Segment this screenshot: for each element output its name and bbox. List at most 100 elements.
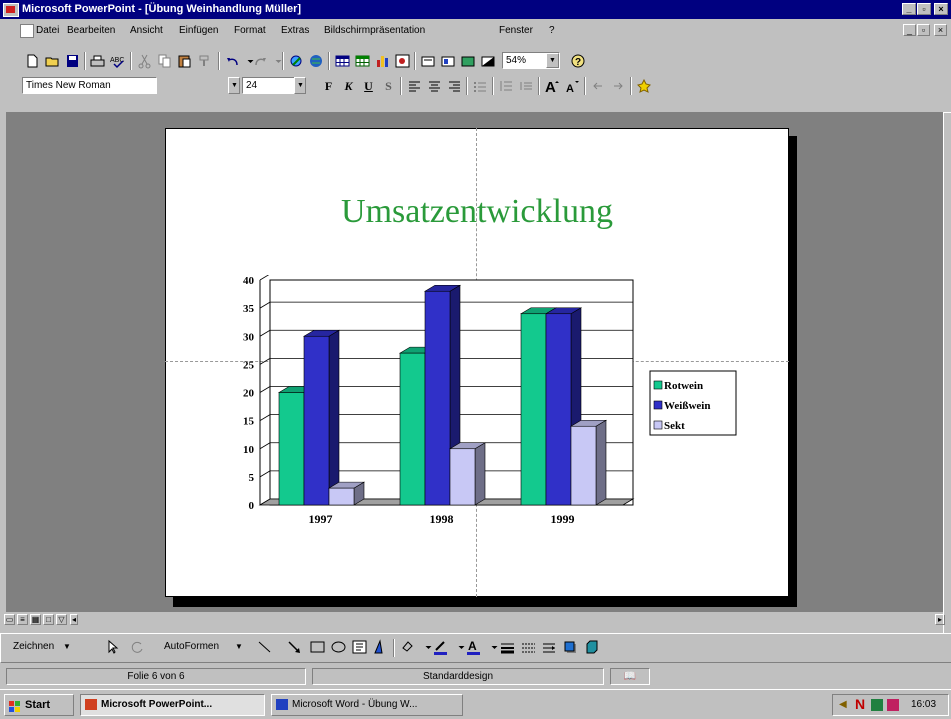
undo-dropdown-icon[interactable] [242,53,254,69]
animation-effects-icon[interactable] [636,78,653,94]
menu-format[interactable]: Format [234,20,266,41]
open-icon[interactable] [44,53,61,69]
bold-button[interactable]: F [320,78,337,94]
document-icon[interactable] [20,24,34,38]
promote-icon[interactable] [590,78,607,94]
wordart-tool-icon[interactable] [372,639,389,655]
insert-clipart-icon[interactable] [394,53,411,69]
task-powerpoint[interactable]: Microsoft PowerPoint... [80,694,265,716]
line-tool-icon[interactable] [256,639,273,655]
align-left-icon[interactable] [406,78,423,94]
close-button[interactable]: × [934,3,948,15]
redo-dropdown-icon[interactable] [270,53,282,69]
font-color-icon[interactable]: A [465,639,482,655]
save-icon[interactable] [64,53,81,69]
new-slide-icon[interactable] [420,53,437,69]
spelling-status-icon[interactable]: 📖 [610,668,650,685]
font-name-dropdown-icon[interactable]: ▼ [228,77,240,94]
bullets-icon[interactable] [472,78,489,94]
vertical-scrollbar[interactable] [943,112,951,634]
insert-word-table-icon[interactable] [334,53,351,69]
outline-view-icon[interactable]: ≡ [17,614,28,625]
font-name-select[interactable]: Times New Roman [22,77,157,94]
slideshow-view-icon[interactable]: ▽ [56,614,67,625]
hyperlink-icon[interactable] [288,53,305,69]
apply-design-icon[interactable] [460,53,477,69]
menu-ansicht[interactable]: Ansicht [130,20,163,41]
3d-style-icon[interactable] [583,639,600,655]
menu-bildschirmpraesentation[interactable]: Bildschirmpräsentation [324,20,425,41]
black-white-view-icon[interactable] [480,53,497,69]
sales-chart[interactable]: 0 5 10 15 20 25 30 35 40 1997 1998 1999 Rotwein Weißw… [238,275,758,545]
zoom-select[interactable]: 54% ▼ [502,52,560,69]
fill-color-icon[interactable] [399,639,416,655]
scroll-left-icon[interactable]: ◂ [70,614,78,625]
autoshapes-menu-button[interactable]: AutoFormen [164,641,219,652]
slide-title[interactable]: Umsatzentwicklung [165,190,789,234]
align-center-icon[interactable] [426,78,443,94]
doc-close-button[interactable]: × [934,24,947,36]
font-size-select[interactable]: 24 [242,77,300,94]
start-button[interactable]: Start [4,694,74,716]
menu-datei[interactable]: Datei [36,20,59,41]
oval-tool-icon[interactable] [330,639,347,655]
spellcheck-icon[interactable]: ABC [109,53,126,69]
notes-view-icon[interactable]: □ [43,614,54,625]
increase-font-icon[interactable]: A [544,78,561,94]
fill-color-chevron-icon[interactable] [420,639,432,655]
shadow-button[interactable]: S [380,78,397,94]
network-icon[interactable] [871,699,883,711]
powerpoint-app-icon[interactable] [3,3,19,17]
align-right-icon[interactable] [446,78,463,94]
office-assistant-icon[interactable]: ? [570,53,587,69]
insert-chart-icon[interactable] [374,53,391,69]
web-toolbar-icon[interactable] [308,53,325,69]
maximize-button[interactable]: ▫ [917,3,931,15]
norton-icon[interactable]: N [855,696,865,712]
chevron-down-icon[interactable]: ▼ [546,53,559,68]
volume-icon[interactable]: ◀ [839,699,851,711]
normal-view-icon[interactable]: ▭ [4,614,15,625]
rectangle-tool-icon[interactable] [309,639,326,655]
draw-menu-chevron-icon[interactable]: ▼ [63,642,71,651]
paste-icon[interactable] [176,53,193,69]
font-size-dropdown-icon[interactable]: ▼ [294,77,306,94]
task-word[interactable]: Microsoft Word - Übung W... [271,694,463,716]
select-pointer-icon[interactable] [104,639,121,655]
slide-layout-icon[interactable] [440,53,457,69]
menu-extras[interactable]: Extras [281,20,309,41]
dash-style-icon[interactable] [520,639,537,655]
menu-einfuegen[interactable]: Einfügen [179,20,218,41]
print-icon[interactable] [89,53,106,69]
scroll-right-icon[interactable]: ▸ [935,614,945,625]
shadow-style-icon[interactable] [562,639,579,655]
doc-restore-button[interactable]: ▫ [917,24,930,36]
format-painter-icon[interactable] [196,53,213,69]
italic-button[interactable]: K [340,78,357,94]
line-color-icon[interactable] [432,639,449,655]
line-style-icon[interactable] [499,639,516,655]
new-icon[interactable] [24,53,41,69]
decrease-font-icon[interactable]: A [564,78,581,94]
underline-button[interactable]: U [360,78,377,94]
minimize-button[interactable]: _ [902,3,916,15]
redo-icon[interactable] [252,53,269,69]
free-rotate-icon[interactable] [129,639,146,655]
line-color-chevron-icon[interactable] [453,639,465,655]
undo-icon[interactable] [224,53,241,69]
arrow-style-icon[interactable] [541,639,558,655]
doc-minimize-button[interactable]: _ [903,24,916,36]
cut-icon[interactable] [136,53,153,69]
insert-excel-sheet-icon[interactable] [354,53,371,69]
textbox-tool-icon[interactable] [351,639,368,655]
increase-spacing-icon[interactable] [498,78,515,94]
draw-menu-button[interactable]: Zeichnen [13,641,54,652]
menu-help[interactable]: ? [549,20,555,41]
slide-sorter-view-icon[interactable]: ▦ [30,614,41,625]
arrow-tool-icon[interactable] [286,639,303,655]
demote-icon[interactable] [610,78,627,94]
decrease-spacing-icon[interactable] [518,78,535,94]
tray-app-icon[interactable] [887,699,899,711]
font-color-chevron-icon[interactable] [486,639,498,655]
menu-bearbeiten[interactable]: Bearbeiten [67,20,115,41]
